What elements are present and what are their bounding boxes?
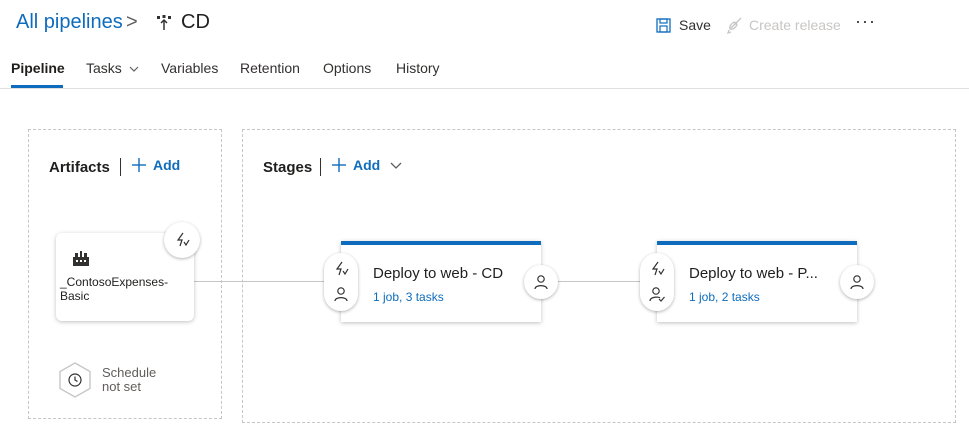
save-button[interactable]: Save [656,15,711,35]
create-release-label: Create release [749,17,841,33]
continuous-deployment-trigger-button[interactable] [164,222,200,258]
tab-variables[interactable]: Variables [161,60,218,76]
pipeline-name: CD [181,11,210,33]
post-deployment-approvals-button[interactable] [524,265,558,299]
chevron-down-icon [129,66,139,73]
more-actions-button[interactable]: ··· [855,11,876,32]
approver-check-icon[interactable] [649,286,665,302]
breadcrumb-all-pipelines[interactable]: All pipelines [16,11,123,34]
tab-options[interactable]: Options [323,60,371,76]
build-artifact-icon [73,251,89,266]
person-icon [534,275,548,290]
active-tab-indicator [11,85,63,88]
stage-card-deploy-to-web-p[interactable]: Deploy to web - P... 1 job, 2 tasks [657,241,857,322]
tab-history[interactable]: History [396,60,440,76]
add-artifact-button[interactable]: Add [131,157,180,173]
add-artifact-label: Add [153,157,181,173]
tab-tasks-label: Tasks [86,60,122,76]
stage-card-deploy-to-web-cd[interactable]: Deploy to web - CD 1 job, 3 tasks [341,241,541,322]
lightning-icon [176,232,190,247]
save-icon [656,17,671,33]
add-stage-button[interactable]: Add [331,157,402,173]
chevron-down-icon [390,162,402,169]
rocket-icon [726,17,742,34]
plus-icon [132,158,146,172]
tab-retention[interactable]: Retention [240,60,300,76]
pre-deployment-conditions [640,253,674,311]
lightning-icon[interactable] [649,261,665,277]
plus-icon [332,158,346,172]
artifact-to-stage-connector [194,281,324,282]
stage-to-stage-connector [557,281,641,282]
artifacts-title: Artifacts [49,159,110,176]
tab-tasks[interactable]: Tasks [86,60,139,76]
post-deployment-approvals-button[interactable] [840,265,874,299]
stage-tasks-link[interactable]: 1 job, 3 tasks [373,290,444,304]
schedule-label-text: Schedule not set [102,365,157,394]
stage-name: Deploy to web - CD [373,265,504,282]
artifacts-divider [120,158,121,176]
stages-divider [320,158,321,176]
person-icon [850,275,864,290]
add-stage-label: Add [353,157,381,173]
create-release-button[interactable]: Create release [725,15,841,35]
stage-tasks-link[interactable]: 1 job, 2 tasks [689,290,760,304]
clock-icon [59,362,91,398]
header: All pipelines > CD Save Create release ·… [0,0,969,48]
person-icon[interactable] [333,286,349,302]
stages-title: Stages [263,159,313,176]
tab-pipeline[interactable]: Pipeline [11,60,65,76]
breadcrumb-separator: > [126,11,138,33]
schedule-trigger-button[interactable]: Schedule not set [58,362,166,398]
tab-bar: Pipeline Tasks Variables Retention Optio… [0,48,969,89]
pre-deployment-conditions [324,253,358,311]
pipeline-icon [157,15,171,30]
schedule-label: Schedule not set [102,366,166,394]
artifact-name: _ContosoExpenses-Basic [60,275,169,303]
save-label: Save [679,17,711,33]
lightning-icon[interactable] [333,261,349,277]
stage-name: Deploy to web - P... [689,265,818,282]
